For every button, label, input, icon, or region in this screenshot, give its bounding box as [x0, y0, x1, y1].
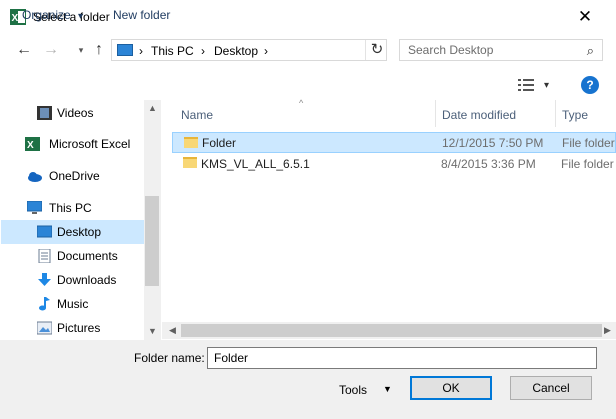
music-icon	[39, 297, 50, 311]
address-bar[interactable]: › This PC › Desktop ›	[111, 39, 387, 61]
file-type: File folder	[561, 157, 614, 171]
nav-item-label: Documents	[57, 249, 118, 263]
svg-text:X: X	[27, 140, 34, 151]
nav-item-label: Music	[57, 297, 89, 311]
chevron-down-icon: ▾	[78, 11, 84, 22]
film-icon	[37, 106, 52, 120]
search-input[interactable]	[400, 40, 578, 60]
scroll-up-arrow-icon[interactable]: ▲	[144, 100, 161, 117]
file-name: KMS_VL_ALL_6.5.1	[201, 157, 310, 171]
file-type: File folder	[562, 136, 615, 150]
excel-icon: X	[25, 137, 40, 151]
cancel-button[interactable]: Cancel	[510, 376, 592, 400]
address-segment-desktop[interactable]: Desktop	[214, 44, 258, 58]
nav-item-onedrive[interactable]: OneDrive	[1, 164, 144, 188]
nav-item-label: Videos	[57, 106, 94, 120]
ok-button[interactable]: OK	[410, 376, 492, 400]
nav-item-microsoft-excel[interactable]: X Microsoft Excel	[1, 132, 144, 156]
address-separator-icon[interactable]: ›	[201, 44, 205, 58]
file-name: Folder	[202, 136, 237, 150]
nav-item-label: Downloads	[57, 273, 117, 287]
column-divider[interactable]	[435, 100, 436, 127]
nav-item-downloads[interactable]: Downloads	[1, 268, 144, 292]
folder-name-field[interactable]	[207, 347, 597, 369]
folder-icon	[183, 157, 197, 168]
nav-item-label: Desktop	[57, 225, 102, 239]
horizontal-scroll-thumb[interactable]	[181, 324, 602, 337]
computer-icon	[27, 201, 42, 214]
scroll-left-arrow-icon[interactable]: ◀	[164, 322, 181, 339]
address-divider	[365, 40, 366, 60]
nav-item-this-pc[interactable]: This PC	[1, 196, 144, 220]
this-pc-icon	[117, 44, 133, 56]
close-button[interactable]: ✕	[570, 3, 600, 31]
column-divider[interactable]	[555, 100, 556, 127]
tools-button[interactable]: Tools	[339, 383, 367, 397]
refresh-button[interactable]: ↻	[367, 40, 387, 60]
organize-button[interactable]: Organize ▾	[22, 8, 83, 22]
document-icon	[38, 249, 51, 263]
forward-button[interactable]: →	[41, 40, 61, 60]
nav-item-pictures[interactable]: Pictures	[1, 316, 144, 340]
nav-item-music[interactable]: Music	[1, 292, 144, 316]
up-button[interactable]: ↑	[89, 40, 109, 60]
folder-name-input[interactable]	[208, 348, 594, 368]
scroll-down-arrow-icon[interactable]: ▼	[144, 323, 161, 340]
svg-text:X: X	[12, 13, 19, 24]
back-button[interactable]: ←	[14, 40, 34, 60]
address-separator-icon[interactable]: ›	[139, 44, 143, 58]
column-header-name[interactable]: Name	[181, 108, 213, 133]
scroll-right-arrow-icon[interactable]: ▶	[599, 322, 616, 339]
column-header-type[interactable]: Type	[562, 108, 588, 133]
address-separator-icon[interactable]: ›	[264, 44, 268, 58]
nav-item-documents[interactable]: Documents	[1, 244, 144, 268]
nav-item-videos[interactable]: Videos	[1, 101, 144, 125]
nav-item-label: Microsoft Excel	[49, 137, 131, 151]
view-dropdown-chevron-icon[interactable]: ▾	[544, 80, 549, 91]
new-folder-button[interactable]: New folder	[113, 8, 170, 22]
desktop-icon	[37, 225, 52, 238]
cloud-icon	[28, 172, 42, 182]
navigation-pane-scroll-thumb[interactable]	[145, 196, 159, 286]
tools-dropdown-icon[interactable]: ▼	[383, 384, 392, 394]
search-box[interactable]: ⌕	[399, 39, 603, 61]
nav-item-desktop[interactable]: Desktop	[1, 220, 144, 244]
organize-label: Organize	[22, 8, 71, 22]
folder-icon	[184, 137, 198, 148]
navigation-pane: Videos X Microsoft Excel OneDrive This P…	[1, 100, 144, 340]
folder-name-label: Folder name:	[134, 351, 205, 365]
view-options-icon[interactable]	[518, 79, 534, 91]
address-segment-this-pc[interactable]: This PC	[151, 44, 194, 58]
column-header-date-modified[interactable]: Date modified	[442, 108, 516, 133]
search-icon[interactable]: ⌕	[587, 43, 594, 59]
download-icon	[38, 273, 51, 286]
nav-item-label: This PC	[49, 201, 92, 215]
file-row-folder[interactable]: Folder 12/1/2015 7:50 PM File folder	[172, 132, 616, 153]
help-button[interactable]: ?	[581, 76, 599, 94]
nav-item-label: OneDrive	[49, 169, 100, 183]
recent-locations-chevron-icon[interactable]: ▾	[71, 40, 91, 60]
sort-ascending-icon: ^	[299, 98, 304, 108]
file-date: 8/4/2015 3:36 PM	[441, 157, 536, 171]
picture-icon	[37, 321, 52, 335]
file-date: 12/1/2015 7:50 PM	[442, 136, 544, 150]
nav-item-label: Pictures	[57, 321, 101, 335]
file-row-kms[interactable]: KMS_VL_ALL_6.5.1 8/4/2015 3:36 PM File f…	[172, 153, 616, 174]
